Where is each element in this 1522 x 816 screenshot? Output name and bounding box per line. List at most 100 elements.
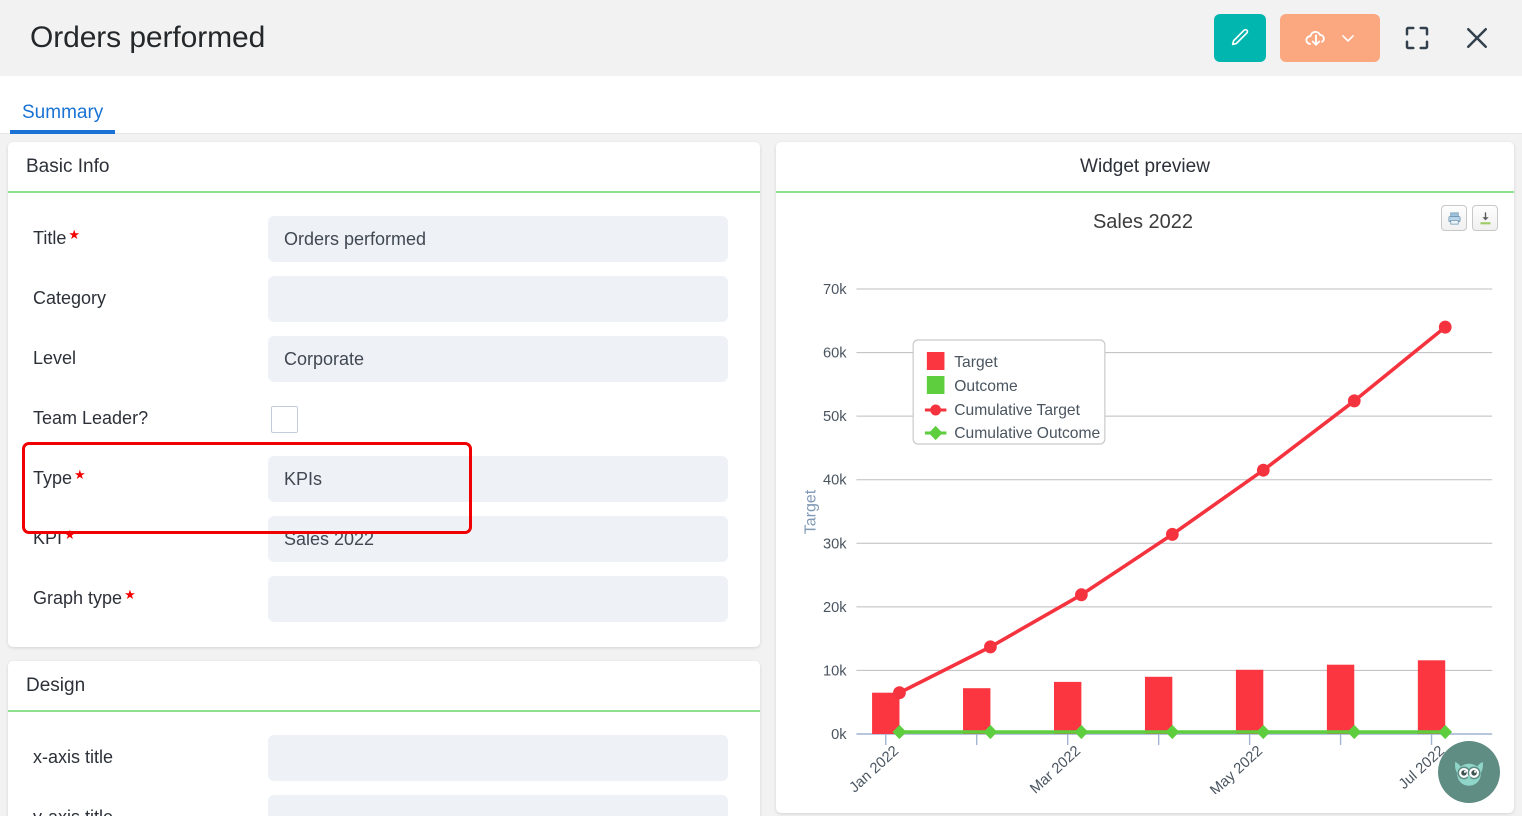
- svg-text:30k: 30k: [823, 536, 847, 552]
- form-row-y-axis-title: y-axis title: [30, 788, 728, 816]
- svg-text:Mar 2022: Mar 2022: [1027, 743, 1084, 794]
- required-marker: ★: [64, 527, 76, 543]
- kpi-input[interactable]: Sales 2022: [268, 516, 728, 562]
- svg-text:May 2022: May 2022: [1208, 743, 1266, 794]
- page-title: Orders performed: [30, 21, 266, 54]
- category-input[interactable]: [268, 276, 728, 322]
- required-marker: ★: [74, 467, 86, 483]
- cloud-download-icon: [1304, 30, 1325, 46]
- basic-info-title: Basic Info: [26, 156, 110, 177]
- label-type-text: Type: [33, 468, 73, 489]
- label-level-text: Level: [33, 348, 77, 369]
- svg-text:10k: 10k: [823, 663, 847, 679]
- y-axis-title-input[interactable]: [268, 795, 728, 816]
- chat-assistant-avatar[interactable]: [1438, 741, 1500, 803]
- label-type: Type ★: [30, 467, 268, 489]
- chart-target-bars: [872, 660, 1446, 734]
- svg-text:20k: 20k: [823, 600, 847, 616]
- print-icon[interactable]: [1441, 205, 1467, 231]
- widget-preview-card: Widget preview Sales 2022 70k 60k 50k 40…: [776, 142, 1514, 813]
- legend-label-target: Target: [954, 354, 998, 371]
- form-row-team-leader: Team Leader?: [30, 389, 728, 449]
- legend-label-outcome: Outcome: [954, 378, 1018, 395]
- legend-swatch-outcome: [926, 376, 945, 394]
- level-input[interactable]: Corporate: [268, 336, 728, 382]
- bar-feb: [963, 688, 991, 734]
- basic-info-card: Basic Info Title ★ Orders performed Cate…: [8, 142, 760, 647]
- fullscreen-icon: [1405, 26, 1429, 50]
- form-row-title: Title ★ Orders performed: [30, 209, 728, 269]
- design-body: x-axis title y-axis title: [8, 712, 760, 816]
- bar-jan: [872, 692, 900, 734]
- label-category: Category: [30, 288, 268, 309]
- required-marker: ★: [68, 227, 80, 243]
- legend-marker-cumulative-target: [930, 404, 942, 416]
- chart-x-ticks: [885, 734, 1433, 745]
- tab-summary[interactable]: Summary: [10, 102, 116, 134]
- fullscreen-button[interactable]: [1394, 15, 1440, 61]
- bar-may: [1235, 669, 1264, 734]
- sales-2022-chart: 70k 60k 50k 40k 30k 20k 10k 0k Target Ja…: [802, 282, 1493, 794]
- form-row-type: Type ★ KPIs: [30, 449, 728, 509]
- type-input[interactable]: KPIs: [268, 456, 728, 502]
- type-input-value: KPIs: [284, 468, 323, 489]
- required-marker: ★: [124, 587, 136, 603]
- title-input-value: Orders performed: [284, 228, 427, 249]
- label-y-axis-title: y-axis title: [30, 807, 268, 816]
- chart-title: Sales 2022: [1092, 211, 1194, 233]
- download-icon[interactable]: [1472, 205, 1498, 231]
- label-x-axis-title: x-axis title: [30, 747, 268, 768]
- close-icon: [1467, 28, 1487, 48]
- label-title: Title ★: [30, 227, 268, 249]
- team-leader-checkbox[interactable]: [271, 405, 298, 433]
- bar-jun: [1326, 664, 1355, 734]
- owl-icon: [1455, 761, 1483, 786]
- label-team-leader: Team Leader?: [30, 408, 268, 429]
- form-column: Basic Info Title ★ Orders performed Cate…: [8, 142, 760, 816]
- kpi-input-value: Sales 2022: [284, 528, 375, 549]
- label-x-axis-text: x-axis title: [33, 747, 114, 768]
- form-row-kpi: KPI ★ Sales 2022: [30, 509, 728, 569]
- preview-column: Widget preview Sales 2022 70k 60k 50k 40…: [776, 142, 1514, 813]
- close-button[interactable]: [1454, 15, 1500, 61]
- legend-label-cumulative-target: Cumulative Target: [954, 402, 1080, 419]
- level-input-value: Corporate: [284, 348, 365, 369]
- form-row-level: Level Corporate: [30, 329, 728, 389]
- chart-container: Sales 2022 70k 60k 50k 40k 30k 20k 10k 0…: [776, 193, 1514, 813]
- tab-summary-label: Summary: [22, 102, 104, 123]
- design-title: Design: [26, 675, 86, 696]
- chart-x-tick-labels: Jan 2022 Mar 2022 May 2022 Jul 2022: [847, 743, 1448, 794]
- chart-toolbar: [1441, 205, 1498, 231]
- legend-swatch-target: [926, 352, 945, 370]
- form-row-x-axis-title: x-axis title: [30, 728, 728, 788]
- basic-info-header: Basic Info: [8, 142, 760, 193]
- widget-preview-header: Widget preview: [776, 142, 1514, 193]
- edit-button[interactable]: [1214, 14, 1266, 62]
- title-input[interactable]: Orders performed: [268, 216, 728, 262]
- form-row-category: Category: [30, 269, 728, 329]
- svg-text:70k: 70k: [823, 282, 847, 298]
- tab-bar: Summary: [0, 76, 1522, 134]
- bar-apr: [1144, 676, 1173, 734]
- label-y-axis-text: y-axis title: [33, 807, 113, 816]
- svg-text:40k: 40k: [823, 473, 847, 489]
- label-graph-type: Graph type ★: [30, 587, 268, 609]
- x-axis-title-input[interactable]: [268, 735, 728, 781]
- legend-label-cumulative-outcome: Cumulative Outcome: [954, 425, 1100, 442]
- svg-text:Jan 2022: Jan 2022: [847, 743, 902, 794]
- bar-mar: [1053, 681, 1082, 734]
- design-card: Design x-axis title y-axis title: [8, 661, 760, 816]
- design-header: Design: [8, 661, 760, 712]
- chevron-down-icon: [1341, 35, 1354, 42]
- label-title-text: Title: [33, 228, 67, 249]
- label-category-text: Category: [33, 288, 107, 309]
- widget-preview-title: Widget preview: [1080, 156, 1210, 177]
- label-kpi: KPI ★: [30, 527, 268, 549]
- label-team-leader-text: Team Leader?: [33, 408, 149, 429]
- pencil-icon: [1231, 28, 1249, 46]
- graph-type-input[interactable]: [268, 576, 728, 622]
- svg-text:0k: 0k: [831, 727, 847, 743]
- chart-legend[interactable]: Target Outcome Cumulative Target Cumulat…: [912, 339, 1106, 445]
- label-kpi-text: KPI: [33, 528, 63, 549]
- download-button[interactable]: [1280, 14, 1380, 62]
